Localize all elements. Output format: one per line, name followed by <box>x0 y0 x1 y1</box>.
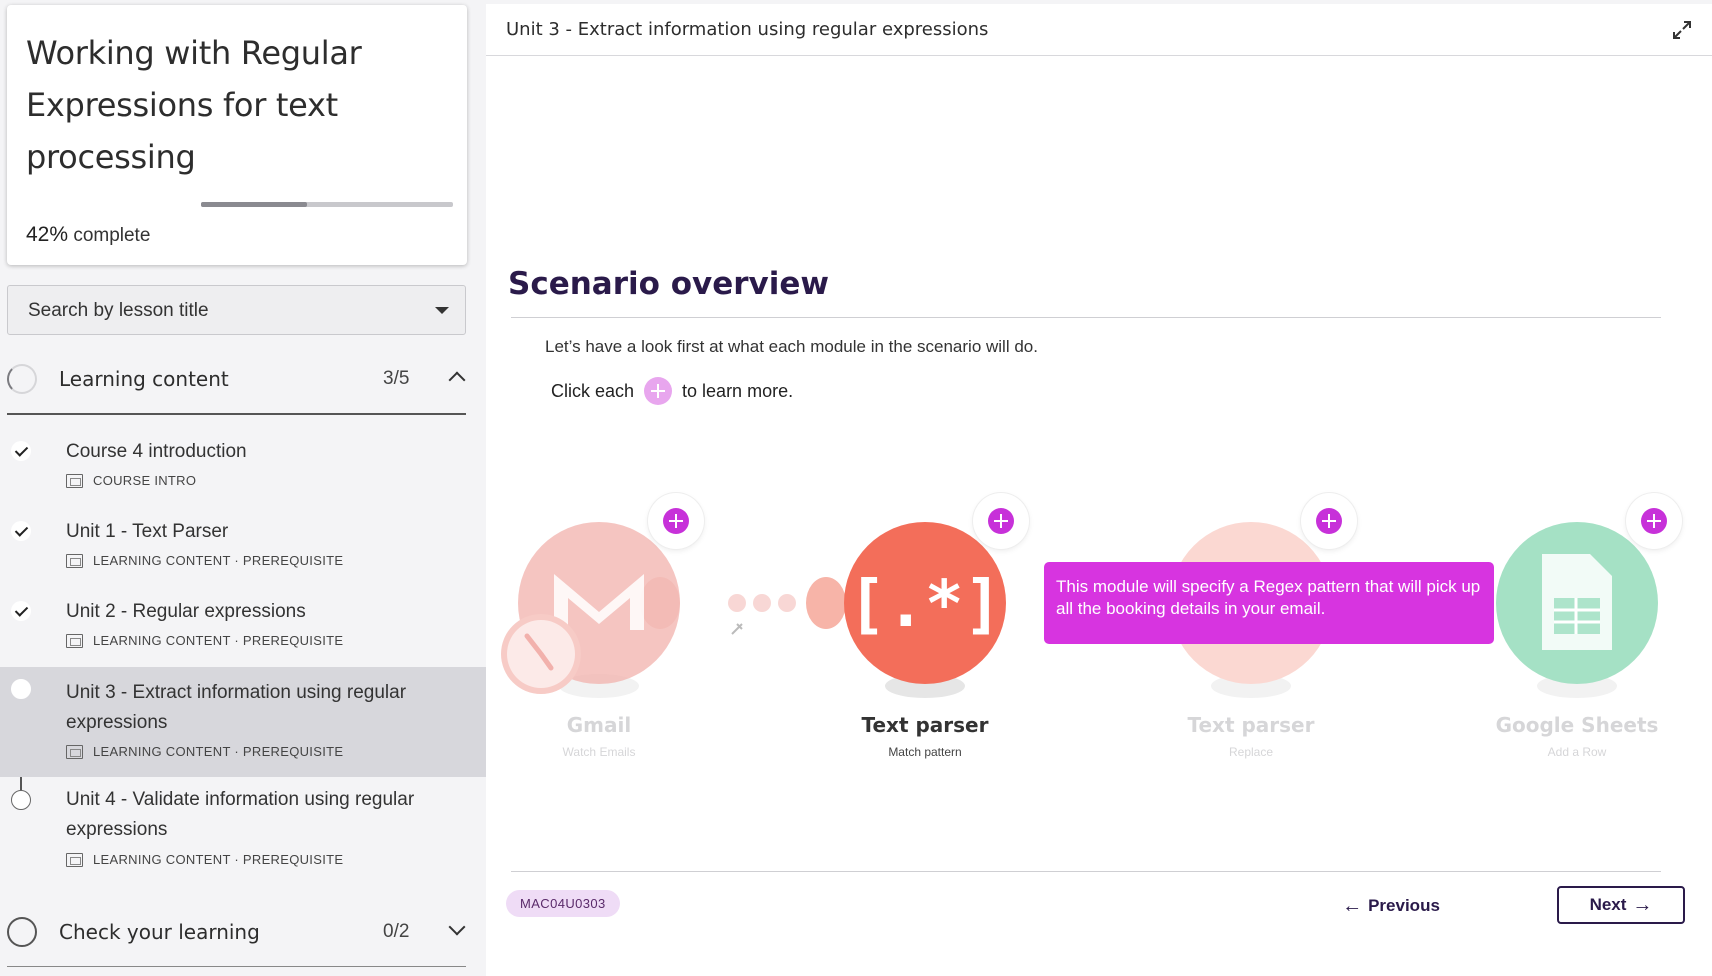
current-lesson-dot-icon <box>11 679 31 699</box>
previous-label: Previous <box>1368 896 1440 915</box>
google-sheets-module-icon <box>1496 522 1658 684</box>
text-parser-module-icon: [.*] <box>844 522 1006 684</box>
intro-text: Let’s have a look first at what each mod… <box>545 337 1038 356</box>
lesson-code-badge: MAC04U0303 <box>506 890 620 917</box>
lesson-item[interactable]: Course 4 introduction COURSE INTRO <box>0 430 486 498</box>
plus-icon <box>644 377 673 405</box>
scenario-heading: Scenario overview <box>508 266 830 302</box>
chevron-down-icon[interactable] <box>448 918 466 936</box>
module-info-button-gmail[interactable] <box>648 493 704 549</box>
lesson-content-panel: Unit 3 - Extract information using regul… <box>486 4 1712 976</box>
module-name: Gmail <box>566 713 632 737</box>
unit-title: Unit 3 - Extract information using regul… <box>506 19 989 40</box>
click-suffix: to learn more. <box>682 380 794 401</box>
slides-icon <box>66 744 83 759</box>
next-label: Next <box>1589 895 1627 914</box>
check-icon <box>11 521 31 541</box>
module-action: Add a Row <box>1547 745 1607 759</box>
search-placeholder: Search by lesson title <box>28 300 209 321</box>
lesson-meta: LEARNING CONTENT · PREREQUISITE <box>66 633 343 648</box>
slides-icon <box>66 553 83 568</box>
lesson-header: Unit 3 - Extract information using regul… <box>486 4 1712 56</box>
slides-icon <box>66 852 83 867</box>
caret-down-icon <box>435 307 449 314</box>
module-name: Text parser <box>1187 713 1315 737</box>
lesson-meta: LEARNING CONTENT · PREREQUISITE <box>66 553 343 568</box>
course-title: Working with Regular Expressions for tex… <box>26 34 362 176</box>
previous-button[interactable]: ← Previous <box>1326 886 1456 926</box>
lesson-item-active[interactable]: Unit 3 - Extract information using regul… <box>0 667 486 777</box>
check-icon <box>11 441 31 461</box>
module-action: Watch Emails <box>562 745 636 759</box>
slides-icon <box>66 633 83 648</box>
gmail-module-icon <box>501 522 680 694</box>
module-action: Match pattern <box>888 745 962 759</box>
lesson-meta: LEARNING CONTENT · PREREQUISITE <box>66 852 343 867</box>
lesson-item[interactable]: Unit 4 - Validate information using regu… <box>0 785 486 885</box>
section-count: 3/5 <box>383 368 410 389</box>
module-info-button-text-parser-replace[interactable] <box>1301 493 1357 549</box>
lesson-meta-text: COURSE INTRO <box>93 473 197 488</box>
progress-suffix: complete <box>73 225 151 246</box>
connector-dots <box>728 594 796 612</box>
lesson-title: Unit 1 - Text Parser <box>66 521 229 542</box>
module-name: Google Sheets <box>1495 713 1659 737</box>
course-sidebar: Working with Regular Expressions for tex… <box>0 0 486 976</box>
module-info-button-google-sheets[interactable] <box>1626 493 1682 549</box>
lesson-meta: LEARNING CONTENT · PREREQUISITE <box>66 744 343 759</box>
section-divider <box>7 413 466 415</box>
section-progress-ring-icon <box>7 917 37 947</box>
lesson-meta-text: LEARNING CONTENT · PREREQUISITE <box>93 744 344 759</box>
section-count: 0/2 <box>383 921 410 942</box>
scenario-canvas: [.*] Gmail Watch Emails Text parser Matc… <box>486 474 1712 774</box>
expand-icon[interactable] <box>1670 18 1694 42</box>
lesson-item[interactable]: Unit 1 - Text Parser LEARNING CONTENT · … <box>0 510 486 578</box>
section-learning-content[interactable]: Learning content 3/5 <box>7 354 466 404</box>
course-progress-bar <box>201 202 453 207</box>
plus-icon <box>663 508 689 534</box>
module-action: Replace <box>1228 745 1274 759</box>
lesson-item[interactable]: Unit 2 - Regular expressions LEARNING CO… <box>0 590 486 658</box>
plus-icon <box>1316 508 1342 534</box>
course-card: Working with Regular Expressions for tex… <box>7 5 467 265</box>
click-instruction: Click each to learn more. <box>551 377 793 405</box>
incomplete-circle-icon <box>11 790 31 810</box>
check-icon <box>11 601 31 621</box>
lesson-title: Course 4 introduction <box>66 441 247 462</box>
progress-text: 42% complete <box>26 223 150 247</box>
lesson-title: Unit 3 - Extract information using regul… <box>66 682 407 733</box>
plus-icon <box>988 508 1014 534</box>
footer-divider <box>511 871 1661 872</box>
wrench-icon <box>731 623 743 635</box>
document-icon <box>66 473 83 488</box>
heading-divider <box>511 317 1661 318</box>
next-button[interactable]: Next → <box>1557 886 1685 924</box>
plus-icon <box>1641 508 1667 534</box>
section-title: Learning content <box>59 367 229 391</box>
section-progress-ring-icon <box>7 364 37 394</box>
click-prefix: Click each <box>551 380 635 401</box>
chevron-up-icon[interactable] <box>448 371 466 389</box>
section-divider <box>7 966 466 967</box>
section-check-your-learning[interactable]: Check your learning 0/2 <box>7 907 466 957</box>
course-progress-fill <box>201 202 307 207</box>
lesson-meta-text: LEARNING CONTENT · PREREQUISITE <box>93 553 344 568</box>
lesson-meta: COURSE INTRO <box>66 473 196 488</box>
lesson-meta-text: LEARNING CONTENT · PREREQUISITE <box>93 852 344 867</box>
progress-percent: 42% <box>26 223 69 246</box>
svg-text:[.*]: [.*] <box>848 568 1002 642</box>
module-name: Text parser <box>861 713 989 737</box>
lesson-title: Unit 4 - Validate information using regu… <box>66 789 415 840</box>
arrow-right-icon: → <box>1632 894 1653 916</box>
arrow-left-icon: ← <box>1342 895 1363 917</box>
section-title: Check your learning <box>59 920 260 944</box>
module-info-button-text-parser[interactable] <box>973 493 1029 549</box>
module-tooltip: This module will specify a Regex pattern… <box>1044 562 1494 644</box>
lesson-meta-text: LEARNING CONTENT · PREREQUISITE <box>93 633 344 648</box>
lesson-search-dropdown[interactable]: Search by lesson title <box>7 285 466 335</box>
lesson-title: Unit 2 - Regular expressions <box>66 601 306 622</box>
